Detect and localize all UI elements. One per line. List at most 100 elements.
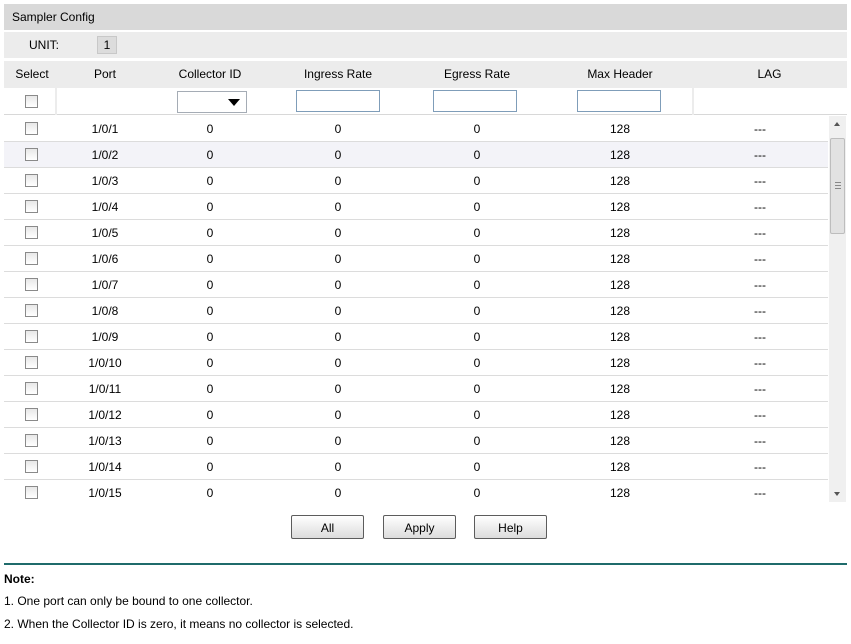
port-cell: 1/0/10 [88,356,122,370]
lag-cell: --- [754,226,766,240]
row-select-checkbox[interactable] [25,122,38,135]
row-select-checkbox[interactable] [25,408,38,421]
collector-id-cell: 0 [206,460,214,474]
egress-rate-cell: 0 [473,278,481,292]
table-row[interactable]: 1/0/11 0 0 0 128 --- [4,376,828,402]
lag-cell: --- [754,356,766,370]
row-select-checkbox[interactable] [25,330,38,343]
row-select-checkbox[interactable] [25,486,38,499]
table-row[interactable]: 1/0/6 0 0 0 128 --- [4,246,828,272]
col-header-ingress-rate: Ingress Rate [303,67,373,81]
collector-id-cell: 0 [206,252,214,266]
port-cell: 1/0/3 [91,174,119,188]
row-select-checkbox[interactable] [25,226,38,239]
scroll-thumb[interactable] [830,138,845,234]
port-cell: 1/0/2 [91,148,119,162]
lag-cell: --- [754,434,766,448]
ingress-rate-cell: 0 [334,330,342,344]
ingress-rate-input[interactable] [296,90,380,112]
row-select-checkbox[interactable] [25,434,38,447]
egress-rate-cell: 0 [473,304,481,318]
row-select-checkbox[interactable] [25,278,38,291]
col-header-lag: LAG [757,67,782,81]
ingress-rate-cell: 0 [334,434,342,448]
table-row[interactable]: 1/0/3 0 0 0 128 --- [4,168,828,194]
max-header-cell: 128 [609,382,631,396]
collector-id-cell: 0 [206,200,214,214]
egress-rate-cell: 0 [473,434,481,448]
scroll-down-button[interactable] [829,485,846,502]
help-button[interactable]: Help [474,515,547,539]
table-row[interactable]: 1/0/9 0 0 0 128 --- [4,324,828,350]
port-cell: 1/0/15 [88,486,122,500]
table-row[interactable]: 1/0/14 0 0 0 128 --- [4,454,828,480]
table-row[interactable]: 1/0/10 0 0 0 128 --- [4,350,828,376]
egress-rate-cell: 0 [473,122,481,136]
table-header: Select Port Collector ID Ingress Rate Eg… [4,61,847,88]
table-row[interactable]: 1/0/2 0 0 0 128 --- [4,142,828,168]
note-line-2: 2. When the Collector ID is zero, it mea… [4,617,354,631]
apply-button[interactable]: Apply [383,515,456,539]
table-row[interactable]: 1/0/1 0 0 0 128 --- [4,116,828,142]
egress-rate-cell: 0 [473,460,481,474]
lag-cell: --- [754,148,766,162]
max-header-cell: 128 [609,252,631,266]
max-header-cell: 128 [609,486,631,500]
ingress-rate-cell: 0 [334,174,342,188]
ingress-rate-cell: 0 [334,304,342,318]
lag-cell: --- [754,330,766,344]
max-header-cell: 128 [609,148,631,162]
table-row[interactable]: 1/0/4 0 0 0 128 --- [4,194,828,220]
collector-id-cell: 0 [206,382,214,396]
row-select-checkbox[interactable] [25,252,38,265]
chevron-down-icon [228,99,240,106]
row-select-checkbox[interactable] [25,148,38,161]
col-header-port: Port [93,67,116,81]
lag-cell: --- [754,408,766,422]
lag-cell: --- [754,304,766,318]
table-row[interactable]: 1/0/13 0 0 0 128 --- [4,428,828,454]
row-select-checkbox[interactable] [25,174,38,187]
col-header-select: Select [15,67,49,81]
col-header-egress-rate: Egress Rate [443,67,511,81]
table-row[interactable]: 1/0/7 0 0 0 128 --- [4,272,828,298]
grip-line [835,182,841,183]
select-all-checkbox[interactable] [25,95,38,108]
port-cell: 1/0/5 [91,226,119,240]
ingress-rate-cell: 0 [334,122,342,136]
table-row[interactable]: 1/0/15 0 0 0 128 --- [4,480,828,502]
all-button[interactable]: All [291,515,364,539]
egress-rate-cell: 0 [473,330,481,344]
collector-id-cell: 0 [206,174,214,188]
row-select-checkbox[interactable] [25,460,38,473]
collector-id-cell: 0 [206,148,214,162]
port-cell: 1/0/6 [91,252,119,266]
port-cell: 1/0/11 [88,382,122,396]
max-header-cell: 128 [609,174,631,188]
egress-rate-cell: 0 [473,382,481,396]
max-header-input[interactable] [577,90,661,112]
collector-id-cell: 0 [206,278,214,292]
unit-selector[interactable]: 1 [97,36,117,54]
row-select-checkbox[interactable] [25,200,38,213]
table-scrollbar[interactable] [829,116,846,502]
table-row[interactable]: 1/0/8 0 0 0 128 --- [4,298,828,324]
table-row[interactable]: 1/0/12 0 0 0 128 --- [4,402,828,428]
ingress-rate-cell: 0 [334,356,342,370]
port-cell: 1/0/1 [91,122,119,136]
table-row[interactable]: 1/0/5 0 0 0 128 --- [4,220,828,246]
row-select-checkbox[interactable] [25,356,38,369]
egress-rate-input[interactable] [433,90,517,112]
row-select-checkbox[interactable] [25,304,38,317]
panel-title: Sampler Config [4,4,847,30]
scroll-up-button[interactable] [829,116,846,133]
collector-id-cell: 0 [206,226,214,240]
collector-id-cell: 0 [206,486,214,500]
unit-row: UNIT: 1 [4,32,847,58]
collector-id-select[interactable] [177,91,247,113]
collector-id-cell: 0 [206,122,214,136]
batch-edit-row [4,88,847,115]
lag-cell: --- [754,174,766,188]
lag-cell: --- [754,486,766,500]
row-select-checkbox[interactable] [25,382,38,395]
